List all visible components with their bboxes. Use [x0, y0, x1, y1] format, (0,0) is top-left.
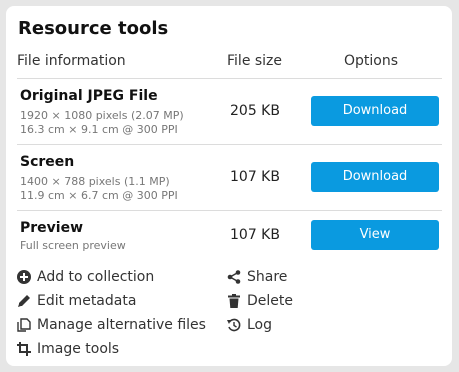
add-to-collection-link[interactable]: Add to collection — [17, 269, 154, 285]
pencil-icon — [18, 295, 30, 307]
log-link[interactable]: Log — [227, 317, 272, 333]
header-options: Options — [344, 53, 399, 69]
image-tools-label: Image tools — [37, 341, 120, 357]
history-icon — [227, 318, 241, 332]
view-button[interactable]: View — [311, 220, 439, 250]
panel-title: Resource tools — [18, 18, 169, 39]
edit-metadata-label: Edit metadata — [37, 293, 137, 309]
file-print-size: 16.3 cm × 9.1 cm @ 300 PPI — [20, 123, 178, 136]
log-label: Log — [247, 317, 273, 333]
file-dimensions: 1920 × 1080 pixels (2.07 MP) — [20, 109, 184, 122]
crop-icon — [17, 342, 31, 356]
download-button[interactable]: Download — [311, 96, 439, 126]
delete-link[interactable]: Delete — [227, 293, 293, 309]
file-description: Full screen preview — [20, 239, 126, 252]
file-size: 205 KB — [230, 103, 280, 119]
plus-circle-icon — [17, 270, 31, 284]
edit-metadata-link[interactable]: Edit metadata — [17, 293, 136, 309]
resource-tools-panel: Resource tools File information File siz… — [6, 6, 452, 366]
file-name: Screen — [20, 154, 75, 170]
row-divider — [17, 210, 442, 211]
header-divider — [17, 78, 442, 79]
share-icon — [227, 270, 241, 284]
file-size: 107 KB — [230, 169, 280, 185]
header-file-size: File size — [227, 53, 283, 69]
file-name: Preview — [20, 220, 84, 236]
file-print-size: 11.9 cm × 6.7 cm @ 300 PPI — [20, 189, 178, 202]
file-dimensions: 1400 × 788 pixels (1.1 MP) — [20, 175, 170, 188]
row-divider — [17, 144, 442, 145]
share-label: Share — [247, 269, 288, 285]
delete-label: Delete — [247, 293, 293, 309]
file-size: 107 KB — [230, 227, 280, 243]
manage-alternative-files-label: Manage alternative files — [37, 317, 206, 333]
download-button[interactable]: Download — [311, 162, 439, 192]
copy-icon — [17, 318, 31, 332]
add-to-collection-label: Add to collection — [37, 269, 155, 285]
share-link[interactable]: Share — [227, 269, 287, 285]
image-tools-link[interactable]: Image tools — [17, 341, 119, 357]
header-file-information: File information — [17, 53, 126, 69]
trash-icon — [228, 294, 240, 308]
manage-alternative-files-link[interactable]: Manage alternative files — [17, 317, 206, 333]
file-name: Original JPEG File — [20, 88, 158, 104]
